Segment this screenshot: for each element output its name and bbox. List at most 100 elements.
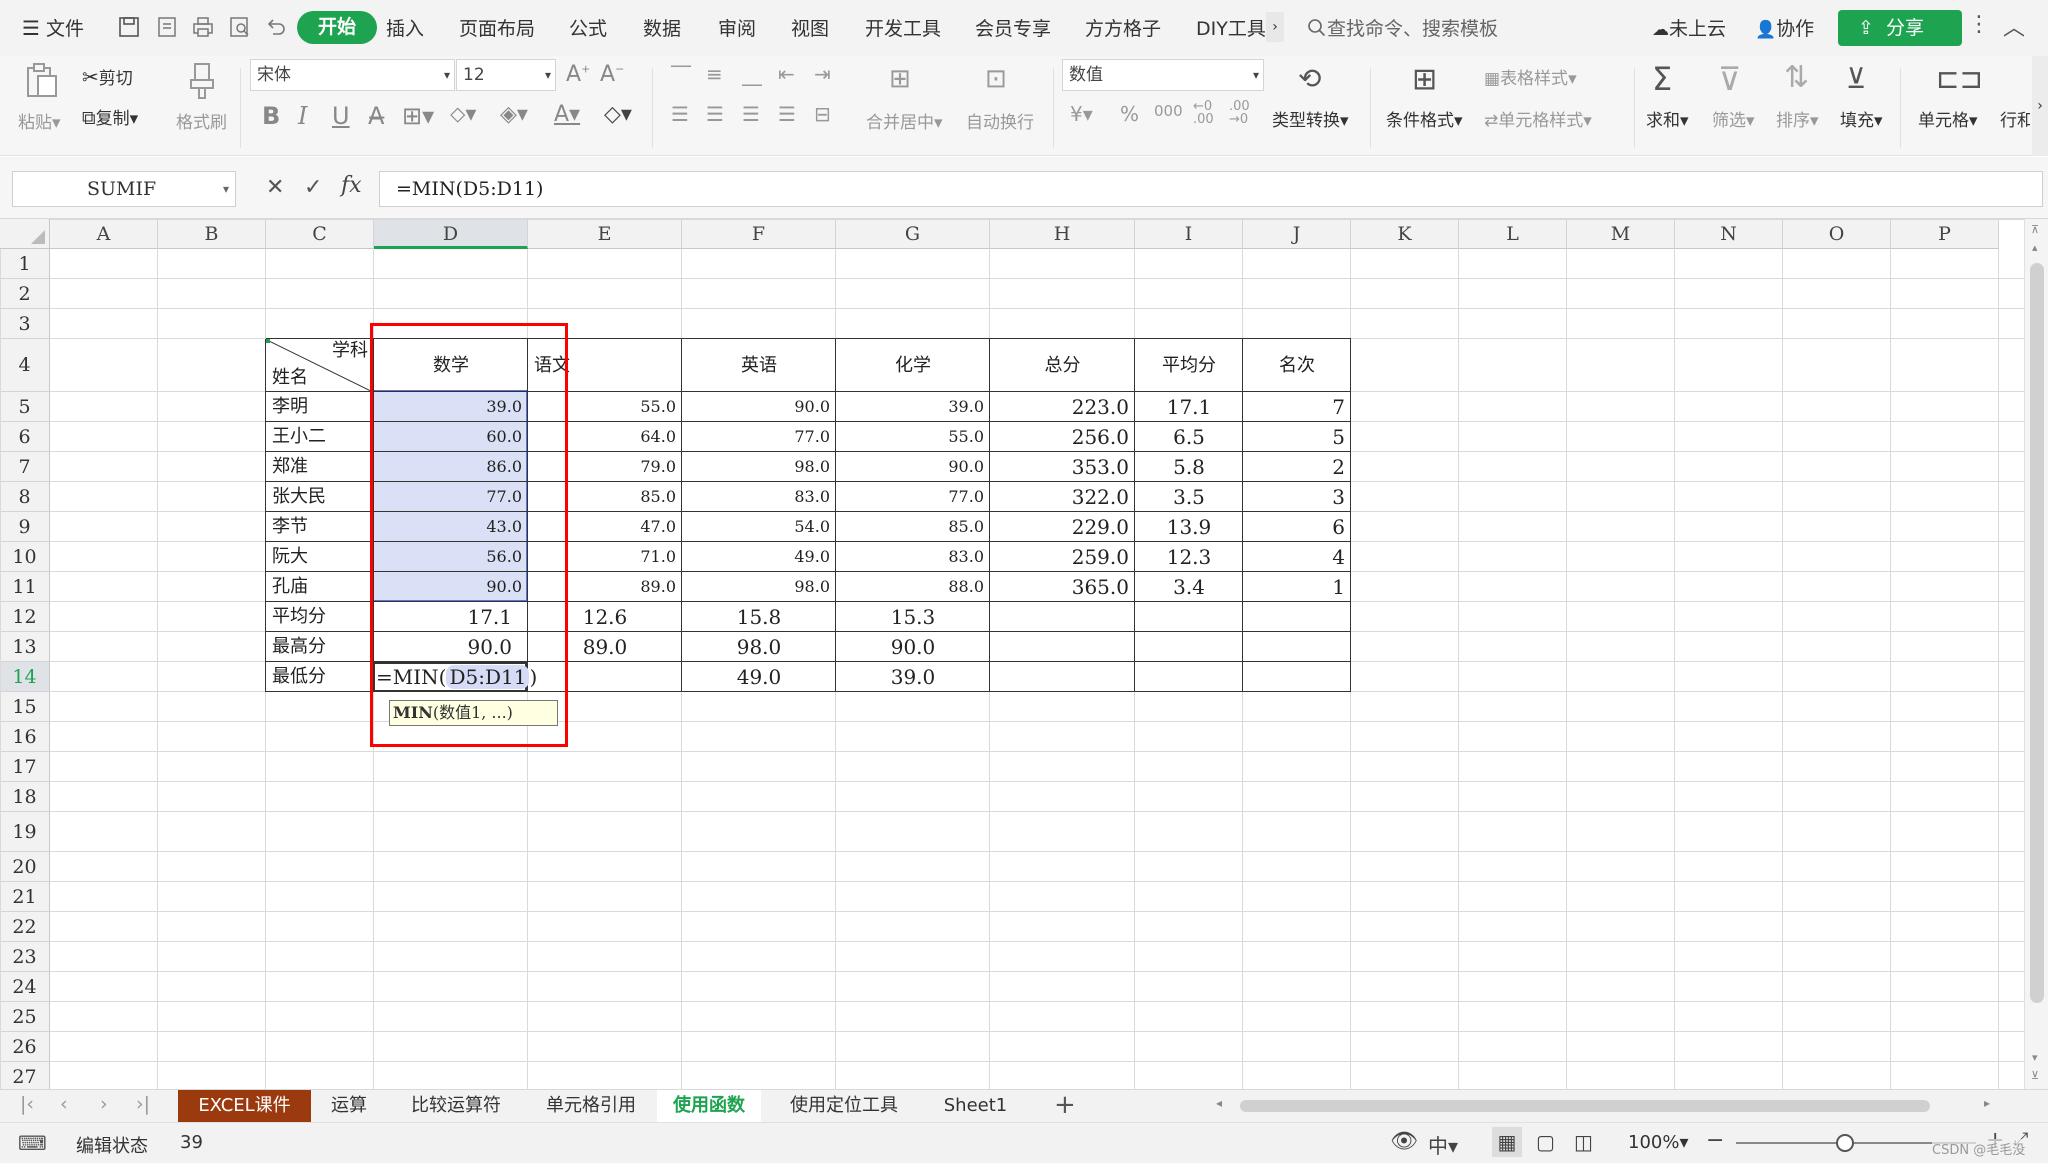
sheet-tab[interactable]: 使用定位工具 [765,1090,923,1122]
row-header-6[interactable]: 6 [0,422,50,452]
format-painter-button[interactable]: 格式刷 [176,108,227,133]
row-header-2[interactable]: 2 [0,279,50,309]
confirm-icon[interactable]: ✓ [304,175,322,200]
print-icon[interactable] [191,15,215,39]
column-header-m[interactable]: M [1567,219,1675,249]
column-header-c[interactable]: C [266,219,374,249]
cancel-icon[interactable]: ✕ [266,175,284,200]
row-header-22[interactable]: 22 [0,912,50,942]
row-header-13[interactable]: 13 [0,632,50,662]
row-header-24[interactable]: 24 [0,972,50,1002]
add-sheet-icon[interactable]: + [1054,1090,1076,1120]
sort-button[interactable]: 排序▾ [1776,106,1819,131]
font-size-select[interactable]: 12 ▾ [456,59,556,91]
column-header-j[interactable]: J [1243,219,1351,249]
row-header-7[interactable]: 7 [0,452,50,482]
fill-button[interactable]: 填充▾ [1840,106,1883,131]
insert-function-icon[interactable]: fx [341,173,362,198]
increase-font-icon[interactable]: A+ [566,62,590,87]
sheet-tab[interactable]: 运算 [315,1090,383,1122]
sheet-tab[interactable]: EXCEL课件 [178,1090,311,1122]
export-icon[interactable] [155,15,179,39]
zoom-out-icon[interactable]: − [1706,1128,1724,1153]
merge-center-button[interactable]: 合并居中▾ [866,108,943,133]
collapse-ribbon-icon[interactable]: ︿ [2003,10,2025,42]
paste-icon[interactable] [22,62,60,100]
indent-decrease-icon[interactable]: ⇤ [778,62,795,86]
row-header-23[interactable]: 23 [0,942,50,972]
tab-member[interactable]: 会员专享 [975,14,1051,41]
row-header-26[interactable]: 26 [0,1032,50,1062]
tab-start[interactable]: 开始 [297,11,377,44]
conditional-format-button[interactable]: 条件格式▾ [1386,106,1463,131]
chevron-right-icon[interactable]: › [1266,12,1284,42]
tab-ffgz[interactable]: 方方格子 [1085,14,1161,41]
format-painter-icon[interactable] [187,62,217,100]
tab-diy-tools[interactable]: DIY工具 [1196,14,1266,41]
tab-insert[interactable]: 插入 [386,14,424,41]
column-header-e[interactable]: E [528,219,682,249]
scroll-down-icon[interactable]: ▾ [2032,1051,2038,1064]
row-header-9[interactable]: 9 [0,512,50,542]
percent-icon[interactable]: % [1120,102,1139,126]
align-middle-icon[interactable]: ≡ [706,62,723,86]
name-box[interactable]: SUMIF ▾ [12,171,236,207]
page-break-view-icon[interactable]: ◫ [1574,1130,1593,1154]
row-header-18[interactable]: 18 [0,782,50,812]
row-header-5[interactable]: 5 [0,392,50,422]
eye-protect-icon[interactable]: 👁 [1390,1129,1418,1154]
tab-page-layout[interactable]: 页面布局 [459,14,535,41]
row-header-19[interactable]: 19 [0,812,50,852]
ribbon-scroll-right-icon[interactable]: › [2032,56,2048,156]
formula-input[interactable]: =MIN(D5:D11) [379,171,2043,207]
tab-formulas[interactable]: 公式 [569,14,607,41]
row-header-15[interactable]: 15 [0,692,50,722]
row-col-button[interactable]: 行和 [2000,106,2030,131]
tab-developer[interactable]: 开发工具 [865,14,941,41]
prev-sheet-icon[interactable]: ‹ [60,1093,68,1115]
cloud-status[interactable]: ☁未上云 [1652,14,1726,41]
sheet-tab[interactable]: 单元格引用 [529,1090,653,1122]
row-header-8[interactable]: 8 [0,482,50,512]
align-center-icon[interactable]: ☰ [706,102,724,126]
scroll-top-icon[interactable]: ⊼ [2031,223,2039,236]
tab-review[interactable]: 审阅 [718,14,756,41]
sheet-tab[interactable]: Sheet1 [927,1090,1024,1122]
decrease-decimal-icon[interactable]: .00 →0 [1229,100,1250,126]
undo-icon[interactable] [264,15,288,39]
strikethrough-icon[interactable]: A̶ [368,102,384,130]
indent-increase-icon[interactable]: ⇥ [814,62,831,86]
scroll-up-icon[interactable]: ▴ [2032,241,2038,254]
fill-icon[interactable]: ⊻ [1846,62,1867,95]
sum-button[interactable]: 求和▾ [1646,106,1689,131]
table-style-button[interactable]: ▦表格样式▾ [1484,64,1577,89]
cell-button[interactable]: 单元格▾ [1918,106,1978,131]
search-input[interactable]: 查找命令、搜索模板 [1307,14,1498,41]
column-header-o[interactable]: O [1783,219,1891,249]
input-method-icon[interactable]: 中▾ [1428,1130,1458,1159]
row-header-4[interactable]: 4 [0,339,50,392]
more-icon[interactable]: ⋮ [1968,12,1990,37]
type-convert-icon[interactable]: ⟲ [1298,62,1321,95]
eraser-icon[interactable]: ◇▾ [604,102,632,127]
bold-icon[interactable]: B [262,102,280,130]
column-header-a[interactable]: A [50,219,158,249]
copy-button[interactable]: ⧉复制▾ [82,104,138,129]
column-header-i[interactable]: I [1135,219,1243,249]
column-header-f[interactable]: F [682,219,836,249]
type-convert-button[interactable]: 类型转换▾ [1272,106,1349,131]
sort-icon[interactable]: ⇅ [1784,60,1809,95]
row-header-3[interactable]: 3 [0,309,50,339]
row-header-17[interactable]: 17 [0,752,50,782]
align-right-icon[interactable]: ☰ [742,102,760,126]
row-header-21[interactable]: 21 [0,882,50,912]
filter-button[interactable]: 筛选▾ [1712,106,1755,131]
vertical-scrollbar[interactable]: ⊼ ▴ ▾ ⊻ [2024,219,2048,1089]
row-header-14[interactable]: 14 [0,662,50,692]
normal-view-icon[interactable]: ▦ [1492,1127,1522,1157]
thousands-icon[interactable]: 000 [1154,102,1183,120]
column-header-k[interactable]: K [1351,219,1459,249]
scroll-bottom-icon[interactable]: ⊻ [2031,1069,2039,1082]
tab-data[interactable]: 数据 [643,14,681,41]
row-header-27[interactable]: 27 [0,1062,50,1089]
